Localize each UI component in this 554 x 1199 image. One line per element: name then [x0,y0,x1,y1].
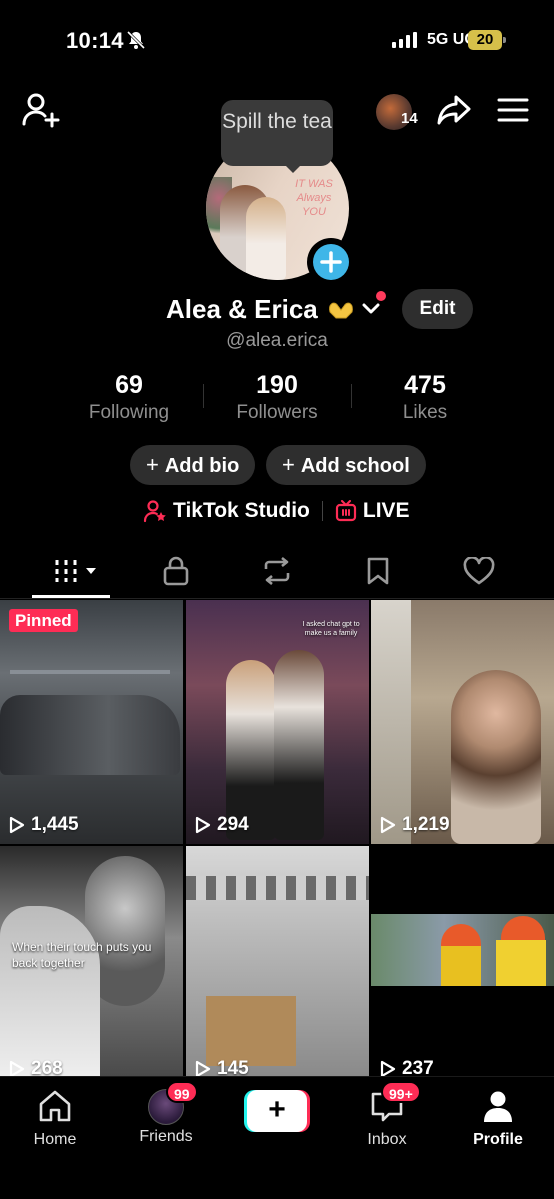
status-time: 10:14 [66,28,124,53]
tab-videos[interactable] [52,553,102,589]
view-count: 1,219 [380,814,450,836]
stat-label: Likes [402,402,448,423]
live-link[interactable]: LIVE [363,499,410,523]
view-count: 237 [380,1058,434,1076]
profile-handle: @alea.erica [226,330,328,351]
tab-private[interactable] [154,553,198,589]
live-tv-icon [335,500,356,522]
profile-icon [484,1091,512,1122]
video-thumbnail[interactable]: When their touch puts you back together … [0,846,183,1076]
video-caption: I asked chat gpt to make us a family [302,621,360,637]
profile-visitors-count[interactable]: 14 [401,110,418,127]
nav-profile[interactable]: Profile [453,1089,543,1149]
video-thumbnail[interactable]: I asked chat gpt to make us a family 294 [186,600,369,844]
tiktok-studio-link[interactable]: TikTok Studio [173,499,310,523]
tab-liked[interactable] [457,553,501,589]
lock-icon [163,556,189,586]
status-bar: 10:14 5G UC 20 [0,0,554,80]
stat-followers[interactable]: 190 Followers [202,370,352,426]
view-count-value: 294 [217,814,249,835]
inbox-badge: 99+ [381,1081,421,1103]
separator [321,501,323,521]
add-bio-label: Add bio [164,455,240,477]
menu-icon[interactable] [497,97,529,123]
repost-icon [264,556,290,586]
plus-icon [320,251,342,273]
nav-label: Inbox [367,1131,407,1148]
video-thumbnail[interactable]: 237 [371,846,554,1076]
play-icon [195,816,211,834]
plus-icon: + [282,452,295,477]
nav-label: Friends [139,1128,193,1145]
chevron-down-icon [362,303,380,314]
stat-value: 475 [404,371,446,399]
video-caption: When their touch puts you back together [12,940,152,970]
tooltip-arrow [284,164,302,173]
pinned-badge: Pinned [9,609,78,632]
bookmark-icon [367,557,389,585]
add-school-label: Add school [300,455,410,477]
creator-tools-row: TikTok Studio LIVE [143,496,410,526]
share-icon[interactable] [436,94,472,126]
home-icon [39,1090,71,1122]
friends-badge: 99 [166,1081,198,1103]
tab-favorites[interactable] [356,553,400,589]
stat-value: 69 [115,371,143,399]
profile-name: Alea & Erica [166,293,318,324]
play-icon [380,1060,396,1076]
notification-dot [376,291,386,301]
battery-icon: 20 [468,30,506,50]
heart-hands-emoji-icon [328,302,353,319]
video-thumbnail[interactable]: 145 [186,846,369,1076]
signal-icon [392,32,417,48]
edit-profile-button[interactable]: Edit [402,289,473,329]
tiktok-studio-icon [143,500,166,523]
video-thumbnail[interactable]: 1,219 [371,600,554,844]
tab-reposts[interactable] [255,553,299,589]
play-icon [9,816,25,834]
add-bio-button[interactable]: + Add bio [130,445,256,485]
play-icon [9,1060,25,1076]
nav-label: Profile [473,1131,523,1148]
stat-following[interactable]: 69 Following [54,370,204,426]
view-count-value: 237 [402,1058,434,1076]
stat-label: Following [88,402,170,423]
grid-icon [55,560,96,582]
name-row[interactable]: Alea & Erica [166,291,380,327]
view-count-value: 268 [31,1058,63,1076]
bottom-nav: Home Friends 99 + Inbox 99+ Profile [0,1076,554,1199]
plus-icon: + [146,452,159,477]
nav-friends[interactable]: Friends [121,1089,211,1146]
view-count: 294 [195,814,249,836]
nav-label: Home [33,1131,77,1148]
tab-divider [0,598,554,599]
play-icon [195,1060,211,1076]
plus-icon: + [247,1090,307,1132]
stat-likes[interactable]: 475 Likes [350,370,500,426]
view-count-value: 1,445 [31,814,79,835]
heart-icon [463,557,495,585]
nav-home[interactable]: Home [10,1089,100,1149]
play-icon [380,816,396,834]
bell-muted-icon [126,30,146,50]
battery-level: 20 [476,31,494,48]
add-school-button[interactable]: + Add school [266,445,426,485]
create-button[interactable]: + [244,1090,310,1132]
view-count: 145 [195,1058,249,1076]
add-story-button[interactable] [307,238,355,286]
view-count: 268 [9,1058,63,1076]
video-thumbnail[interactable]: Pinned 1,445 [0,600,183,844]
stat-value: 190 [256,371,298,399]
view-count: 1,445 [9,814,79,836]
view-count-value: 1,219 [402,814,450,835]
tooltip-bubble[interactable]: Spill the tea [221,100,333,166]
add-friend-icon[interactable] [22,92,62,128]
stat-label: Followers [236,402,318,423]
avatar-sign-text: IT WAS Always YOU [295,178,333,218]
view-count-value: 145 [217,1058,249,1076]
